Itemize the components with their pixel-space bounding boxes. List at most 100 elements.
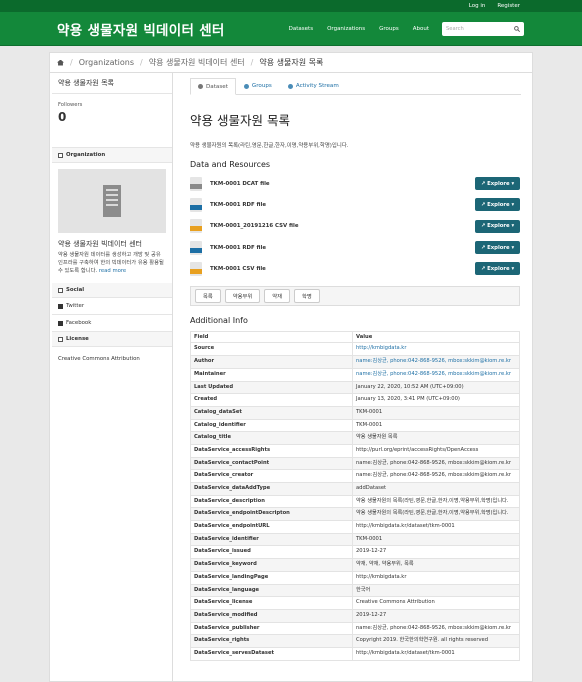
resource-item[interactable]: TKM-0001 DCAT file ↗ Explore ▾ — [190, 173, 520, 194]
nav-about[interactable]: About — [413, 26, 429, 32]
organization-description: 약용 생물자원 데이터를 생성하고 개방 및 공유 인프라를 구축하여 한의 빅… — [58, 251, 166, 275]
license-text: Creative Commons Attribution — [58, 356, 140, 362]
table-row: DataService_accessRights http://purl.org/… — [190, 443, 520, 458]
page-wrapper: 약용 생물자원 목록 Followers 0 Organization 약용 생… — [49, 72, 533, 682]
value-cell: 약용 생물자원의 목록(라틴,영문,한글,한자,이명,약용부위,학명)입니다. — [352, 507, 520, 522]
field-cell: DataService_identifier — [190, 532, 353, 547]
value-cell: TKM-0001 — [352, 532, 520, 547]
additional-info-table: Field Value Source http://kmbigdata.kr Auth… — [190, 331, 520, 661]
tab-activity-stream[interactable]: Activity Stream — [280, 78, 347, 94]
resource-name[interactable]: TKM-0001 CSV file — [210, 266, 475, 272]
resource-item[interactable]: TKM-0001 RDF file ↗ Explore ▾ — [190, 194, 520, 215]
resource-list: TKM-0001 DCAT file ↗ Explore ▾ TKM-0001 RD… — [190, 173, 520, 279]
facebook-link[interactable]: Facebook — [52, 315, 172, 332]
sidebar: 약용 생물자원 목록 Followers 0 Organization 약용 생… — [52, 73, 173, 681]
value-cell: http://purl.org/eprint/accessRights/Open… — [352, 443, 520, 458]
table-row: DataService_keyword 약재, 약재, 약용부위, 목록 — [190, 558, 520, 572]
table-row: Catalog_identifier TKM-0001 — [190, 418, 520, 433]
value-link[interactable]: name:김상균, phone:042-868-9526, mbox:skkim… — [356, 371, 511, 377]
field-cell: DataService_language — [190, 583, 353, 598]
breadcrumb-org[interactable]: 약용 생물자원 빅데이터 센터 — [149, 57, 245, 68]
breadcrumb-separator: / — [250, 58, 254, 67]
field-cell: Last Updated — [190, 380, 353, 395]
sitemap-icon — [198, 84, 203, 89]
explore-button[interactable]: ↗ Explore ▾ — [475, 198, 520, 212]
value-link[interactable]: name:김상균, phone:042-868-9526, mbox:skkim… — [356, 358, 511, 364]
table-row: Catalog_dataSet TKM-0001 — [190, 405, 520, 420]
building-icon — [58, 152, 63, 158]
field-cell: DataService_rights — [190, 634, 353, 648]
resource-name[interactable]: TKM-0001 RDF file — [210, 202, 475, 208]
twitter-link[interactable]: Twitter — [52, 298, 172, 315]
value-link[interactable]: http://kmbigdata.kr — [356, 345, 406, 351]
share-icon — [58, 287, 63, 293]
followers-label: Followers — [58, 102, 83, 108]
register-link[interactable]: Register — [497, 3, 520, 9]
value-cell: http://kmbigdata.kr — [352, 342, 520, 357]
nav-organizations[interactable]: Organizations — [327, 26, 365, 32]
value-cell: January 13, 2020, 3:41 PM (UTC+09:00) — [352, 393, 520, 407]
explore-button[interactable]: ↗ Explore ▾ — [475, 262, 520, 276]
tab-groups[interactable]: Groups — [236, 78, 280, 94]
nav-groups[interactable]: Groups — [379, 26, 399, 32]
resource-item[interactable]: TKM-0001 RDF file ↗ Explore ▾ — [190, 237, 520, 258]
resource-item[interactable]: TKM-0001_20191216 CSV file ↗ Explore ▾ — [190, 216, 520, 237]
site-brand[interactable]: 약용 생물자원 빅데이터 센터 — [57, 19, 289, 39]
masthead: 약용 생물자원 빅데이터 센터 Datasets Organizations G… — [0, 12, 582, 46]
tag[interactable]: 약용부위 — [224, 289, 261, 304]
table-row: DataService_identifier TKM-0001 — [190, 532, 520, 547]
field-cell: DataService_license — [190, 596, 353, 610]
resource-name[interactable]: TKM-0001 RDF file — [210, 245, 475, 251]
table-row: DataService_language 한국어 — [190, 583, 520, 598]
table-row: DataService_description 약용 생물자원의 목록(라틴,영문… — [190, 494, 520, 509]
field-cell: DataService_accessRights — [190, 443, 353, 458]
search-placeholder: Search — [446, 25, 464, 32]
breadcrumb: / Organizations / 약용 생물자원 빅데이터 센터 / 약용 생… — [49, 52, 533, 72]
resource-name[interactable]: TKM-0001 DCAT file — [210, 181, 475, 187]
tag[interactable]: 학명 — [294, 289, 320, 304]
home-icon[interactable] — [57, 59, 64, 66]
field-cell: Catalog_dataSet — [190, 405, 353, 420]
table-row: Maintainer name:김상균, phone:042-868-9526, … — [190, 367, 520, 382]
breadcrumb-separator: / — [70, 58, 73, 67]
social-heading-label: Social — [66, 287, 85, 293]
file-icon — [190, 261, 202, 276]
social-heading: Social — [52, 283, 172, 298]
login-link[interactable]: Log in — [469, 3, 486, 9]
tag[interactable]: 목록 — [195, 289, 221, 304]
field-cell: DataService_modified — [190, 608, 353, 623]
search-input[interactable]: Search — [442, 21, 524, 36]
breadcrumb-organizations[interactable]: Organizations — [79, 58, 134, 67]
resource-item[interactable]: TKM-0001 CSV file ↗ Explore ▾ — [190, 258, 520, 279]
organization-name[interactable]: 약용 생물자원 빅데이터 센터 — [58, 239, 166, 249]
value-cell: http://kmbigdata.kr — [352, 570, 520, 585]
top-bar: Log in Register — [0, 0, 582, 12]
field-cell: DataService_landingPage — [190, 570, 353, 585]
tab-dataset-label: Dataset — [206, 83, 228, 90]
table-row: DataService_issued 2019-12-27 — [190, 545, 520, 560]
facebook-label: Facebook — [66, 320, 92, 326]
resource-name[interactable]: TKM-0001_20191216 CSV file — [210, 223, 475, 229]
twitter-icon — [58, 303, 63, 309]
dataset-notes: 약용 생물자원의 목록(라틴,영문,한글,한자,이명,약용부위,학명)입니다. — [190, 143, 349, 149]
field-cell: Author — [190, 355, 353, 369]
main-nav: Datasets Organizations Groups About — [289, 26, 429, 32]
organization-image[interactable] — [58, 169, 166, 233]
search-icon[interactable] — [514, 25, 520, 32]
tag[interactable]: 약재 — [264, 289, 290, 304]
nav-datasets[interactable]: Datasets — [289, 26, 313, 32]
field-cell: Catalog_identifier — [190, 418, 353, 433]
main-content: Dataset Groups Activity Stream 약용 생물자원 목… — [179, 78, 532, 681]
tab-dataset[interactable]: Dataset — [190, 78, 236, 95]
table-row: Source http://kmbigdata.kr — [190, 342, 520, 357]
field-header: Field — [190, 331, 353, 344]
explore-button[interactable]: ↗ Explore ▾ — [475, 219, 520, 233]
explore-button[interactable]: ↗ Explore ▾ — [475, 241, 520, 255]
license-heading: License — [52, 332, 172, 347]
breadcrumb-current[interactable]: 약용 생물자원 목록 — [259, 57, 323, 68]
dataset-content: 약용 생물자원 목록 약용 생물자원의 목록(라틴,영문,한글,한자,이명,약용… — [179, 110, 532, 661]
field-cell: DataService_description — [190, 494, 353, 509]
read-more-link[interactable]: read more — [99, 268, 126, 274]
value-cell: 한국어 — [352, 583, 520, 598]
explore-button[interactable]: ↗ Explore ▾ — [475, 177, 520, 191]
